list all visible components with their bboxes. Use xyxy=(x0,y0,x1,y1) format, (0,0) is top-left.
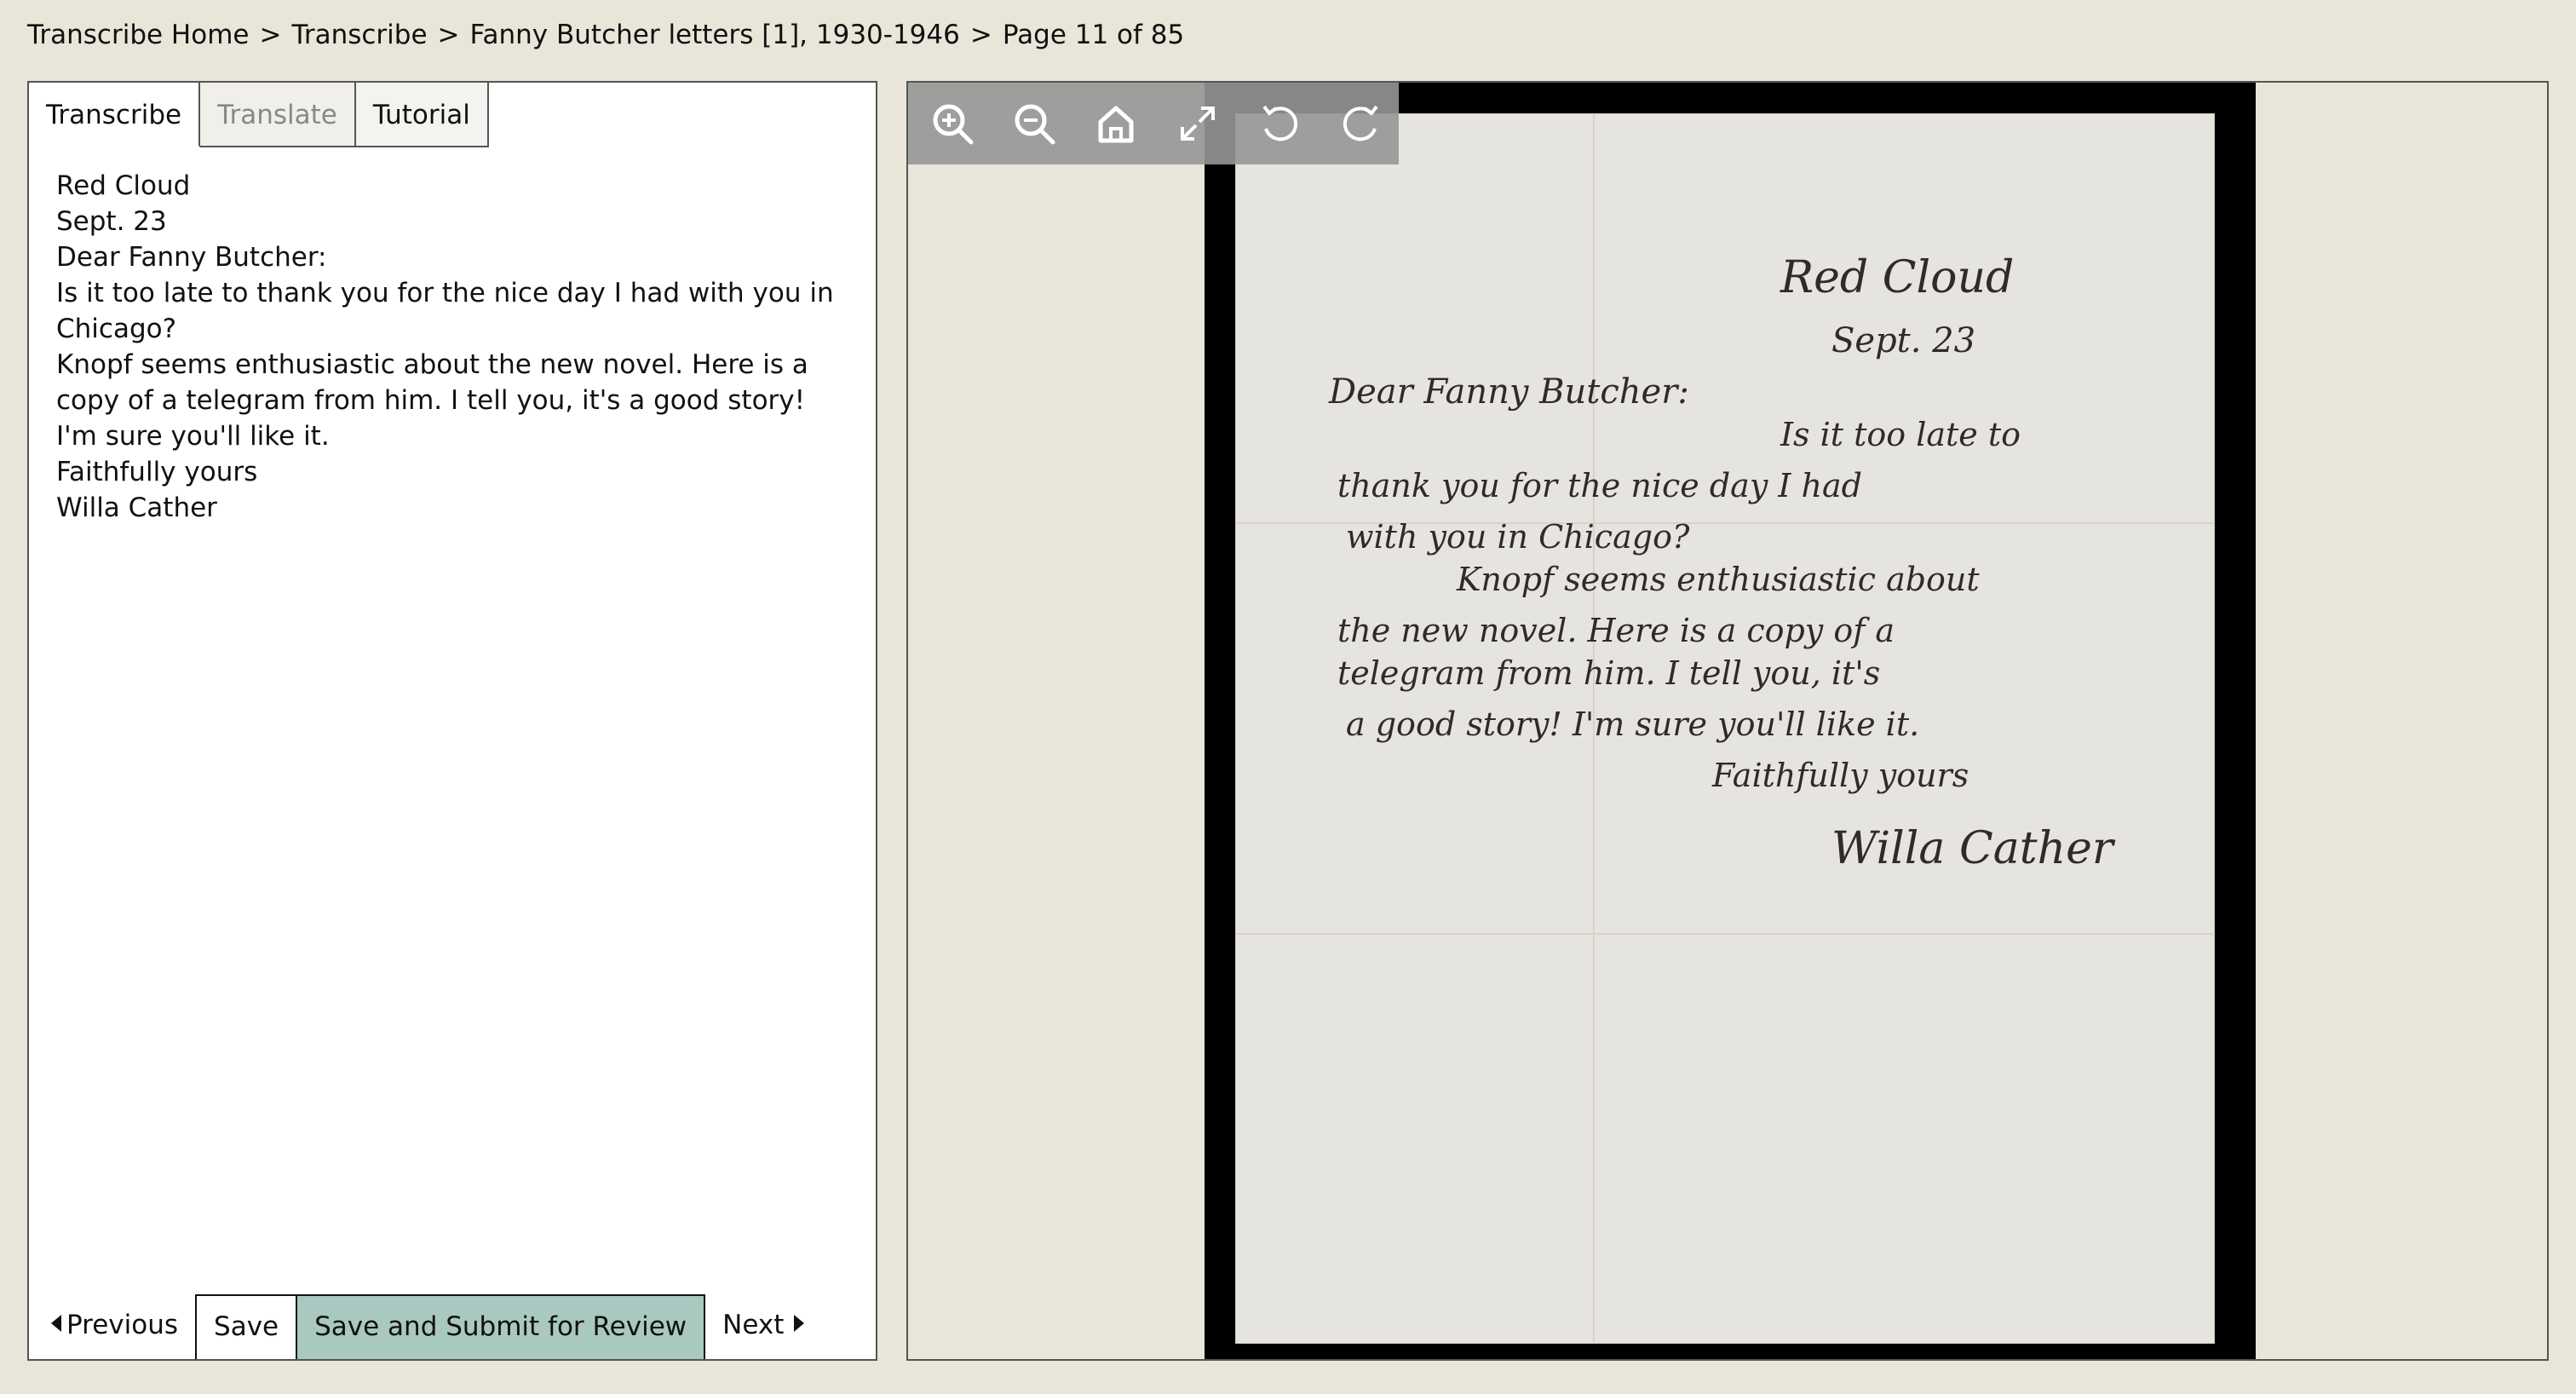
tab-translate[interactable]: Translate xyxy=(200,83,356,147)
home-button[interactable] xyxy=(1087,95,1145,153)
transcription-line: Sept. 23 xyxy=(56,206,167,237)
image-viewer[interactable]: Red Cloud Sept. 23 Dear Fanny Butcher: I… xyxy=(906,81,2549,1361)
home-icon xyxy=(1098,106,1134,143)
rotate-right-button[interactable] xyxy=(1332,95,1390,153)
handwriting-line: a good story! I'm sure you'll like it. xyxy=(1346,706,1919,743)
zoom-out-icon xyxy=(1015,104,1055,145)
letter-image: Red Cloud Sept. 23 Dear Fanny Butcher: I… xyxy=(1235,113,2215,1344)
transcription-line: Chicago? xyxy=(56,314,177,344)
handwriting-signature: Willa Cather xyxy=(1831,823,2116,874)
transcription-text[interactable]: Red Cloud Sept. 23 Dear Fanny Butcher: I… xyxy=(56,168,857,526)
handwriting-image: Red Cloud Sept. 23 Dear Fanny Butcher: I… xyxy=(1328,252,2116,874)
action-bar: Previous Save Save and Submit for Review… xyxy=(29,1294,876,1359)
handwriting-line: telegram from him. I tell you, it's xyxy=(1337,654,1880,692)
transcription-line: Willa Cather xyxy=(56,493,217,523)
zoom-in-icon xyxy=(933,104,974,145)
transcription-line: I'm sure you'll like it. xyxy=(56,421,330,452)
breadcrumb-transcribe[interactable]: Transcribe xyxy=(291,20,427,50)
breadcrumb-transcribe-home[interactable]: Transcribe Home xyxy=(27,20,249,50)
breadcrumb-current-page: Page 11 of 85 xyxy=(1002,20,1185,50)
breadcrumb: Transcribe Home > Transcribe > Fanny Butcher… xyxy=(27,12,1184,58)
breadcrumb-separator: > xyxy=(969,20,992,50)
transcription-line: Dear Fanny Butcher: xyxy=(56,242,327,273)
handwriting-line: thank you for the nice day I had xyxy=(1337,467,1862,504)
breadcrumb-collection[interactable]: Fanny Butcher letters [1], 1930-1946 xyxy=(470,20,960,50)
transcription-line: Faithfully yours xyxy=(56,457,258,487)
fullscreen-button[interactable] xyxy=(1169,95,1227,153)
zoom-out-button[interactable] xyxy=(1005,95,1063,153)
save-and-submit-button[interactable]: Save and Submit for Review xyxy=(297,1294,706,1359)
handwriting-line: Faithfully yours xyxy=(1711,757,1969,794)
zoom-in-button[interactable] xyxy=(923,95,981,153)
handwriting-line: Knopf seems enthusiastic about xyxy=(1456,561,1980,598)
handwriting-line: Red Cloud xyxy=(1780,252,2014,303)
save-button[interactable]: Save xyxy=(195,1294,298,1359)
handwriting-line: Dear Fanny Butcher: xyxy=(1328,372,1689,412)
transcription-line: Knopf seems enthusiastic about the new n… xyxy=(56,349,808,380)
tab-bar: Transcribe Translate Tutorial xyxy=(29,83,489,147)
rotate-left-icon xyxy=(1262,105,1298,141)
fullscreen-icon xyxy=(1181,107,1215,141)
handwriting-line: the new novel. Here is a copy of a xyxy=(1337,612,1895,649)
handwriting-line: Is it too late to xyxy=(1780,416,2021,453)
breadcrumb-separator: > xyxy=(259,20,282,50)
handwriting-line: Sept. 23 xyxy=(1831,321,1975,360)
rotate-left-button[interactable] xyxy=(1251,95,1308,153)
breadcrumb-separator: > xyxy=(437,20,460,50)
viewer-toolbar xyxy=(908,83,1399,164)
next-button[interactable]: Next xyxy=(705,1294,823,1359)
handwriting-line: with you in Chicago? xyxy=(1346,518,1690,556)
transcription-panel: Transcribe Translate Tutorial Red Cloud … xyxy=(27,81,877,1361)
transcription-line: copy of a telegram from him. I tell you,… xyxy=(56,385,806,416)
tab-tutorial[interactable]: Tutorial xyxy=(355,83,489,147)
letter-image-stage[interactable]: Red Cloud Sept. 23 Dear Fanny Butcher: I… xyxy=(1205,83,2256,1359)
tab-transcribe[interactable]: Transcribe xyxy=(29,83,201,147)
rotate-right-icon xyxy=(1343,105,1378,141)
transcription-line: Is it too late to thank you for the nice… xyxy=(56,278,834,308)
previous-button[interactable]: Previous xyxy=(29,1294,195,1359)
transcription-line: Red Cloud xyxy=(56,170,191,201)
